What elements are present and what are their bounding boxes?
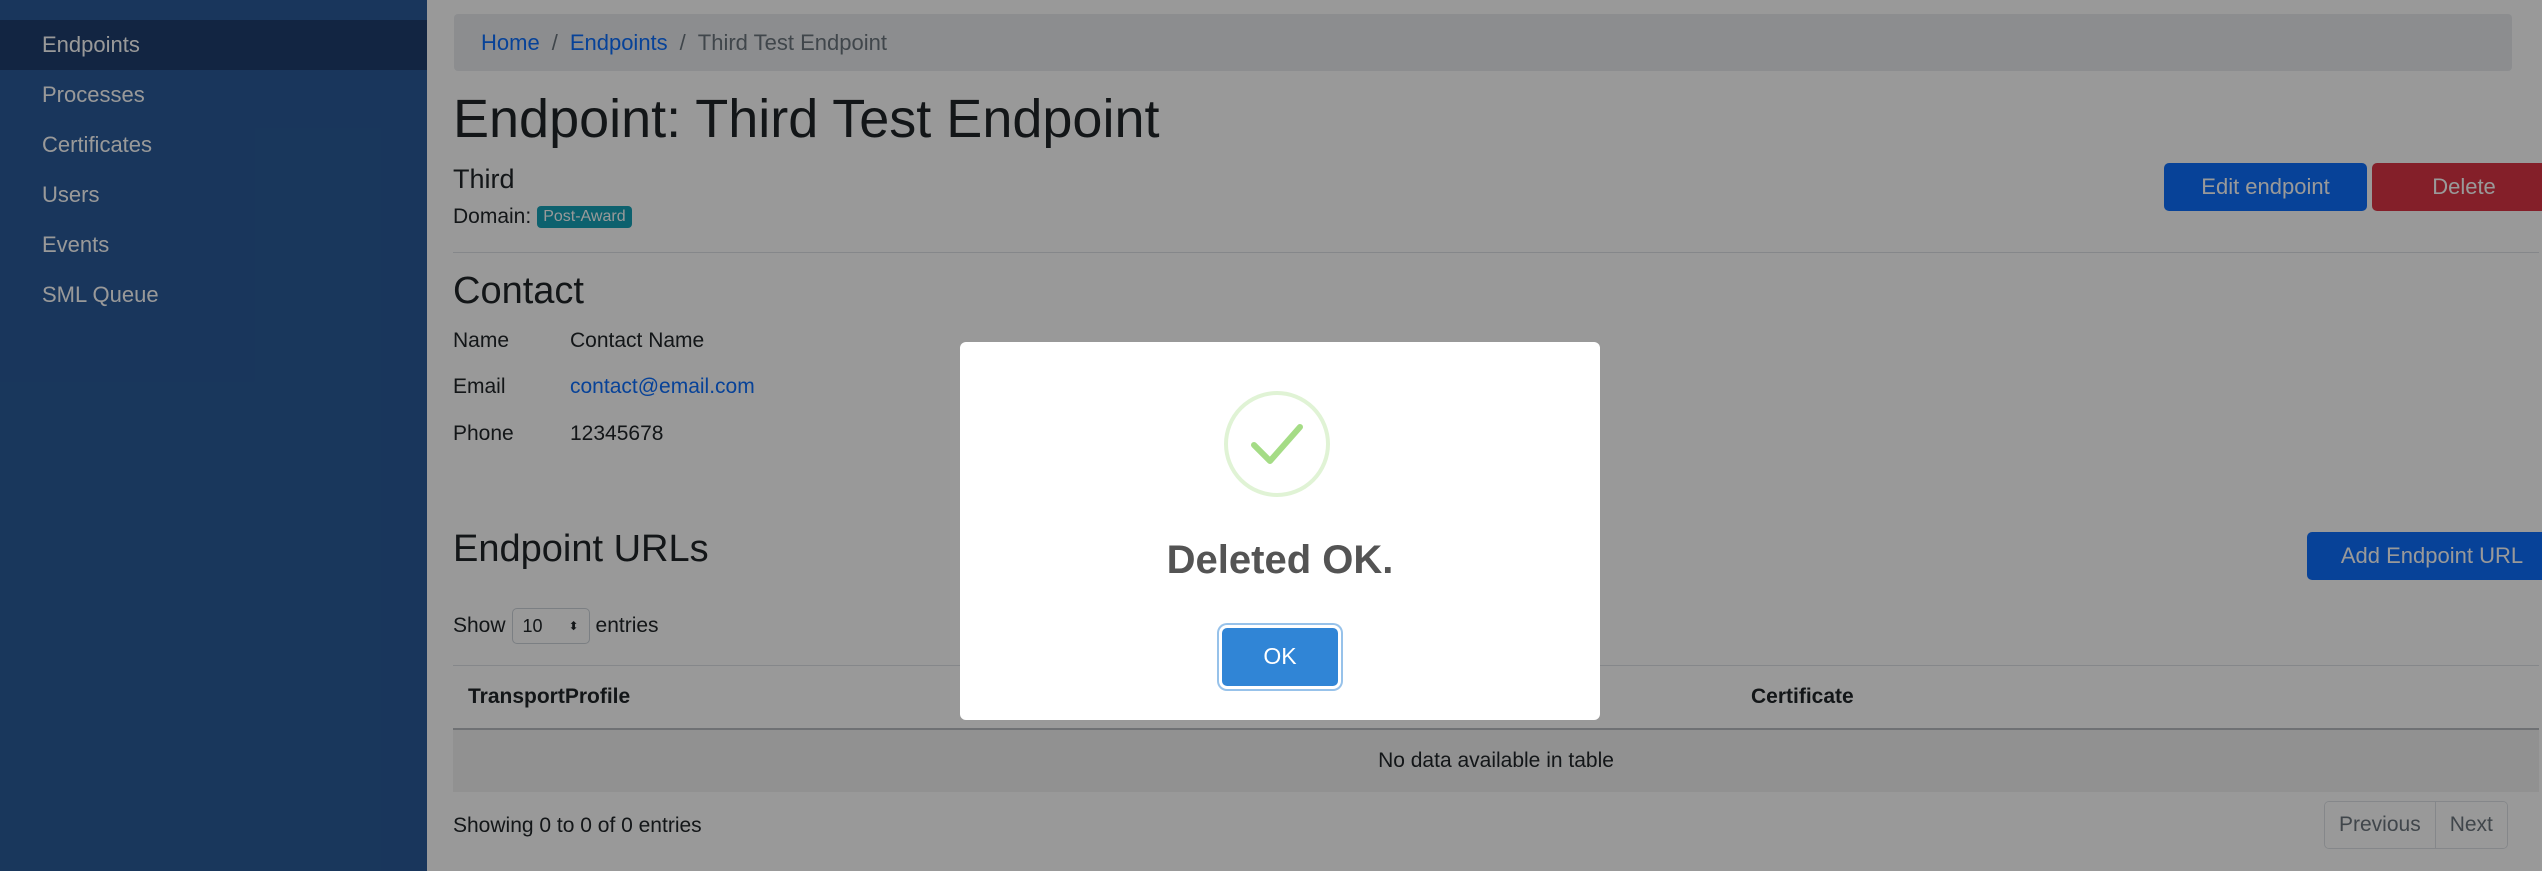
success-check-icon (1224, 391, 1330, 497)
ok-button[interactable]: OK (1222, 628, 1338, 686)
dialog-title: Deleted OK. (1166, 538, 1394, 582)
success-dialog: Deleted OK. OK (960, 342, 1600, 720)
